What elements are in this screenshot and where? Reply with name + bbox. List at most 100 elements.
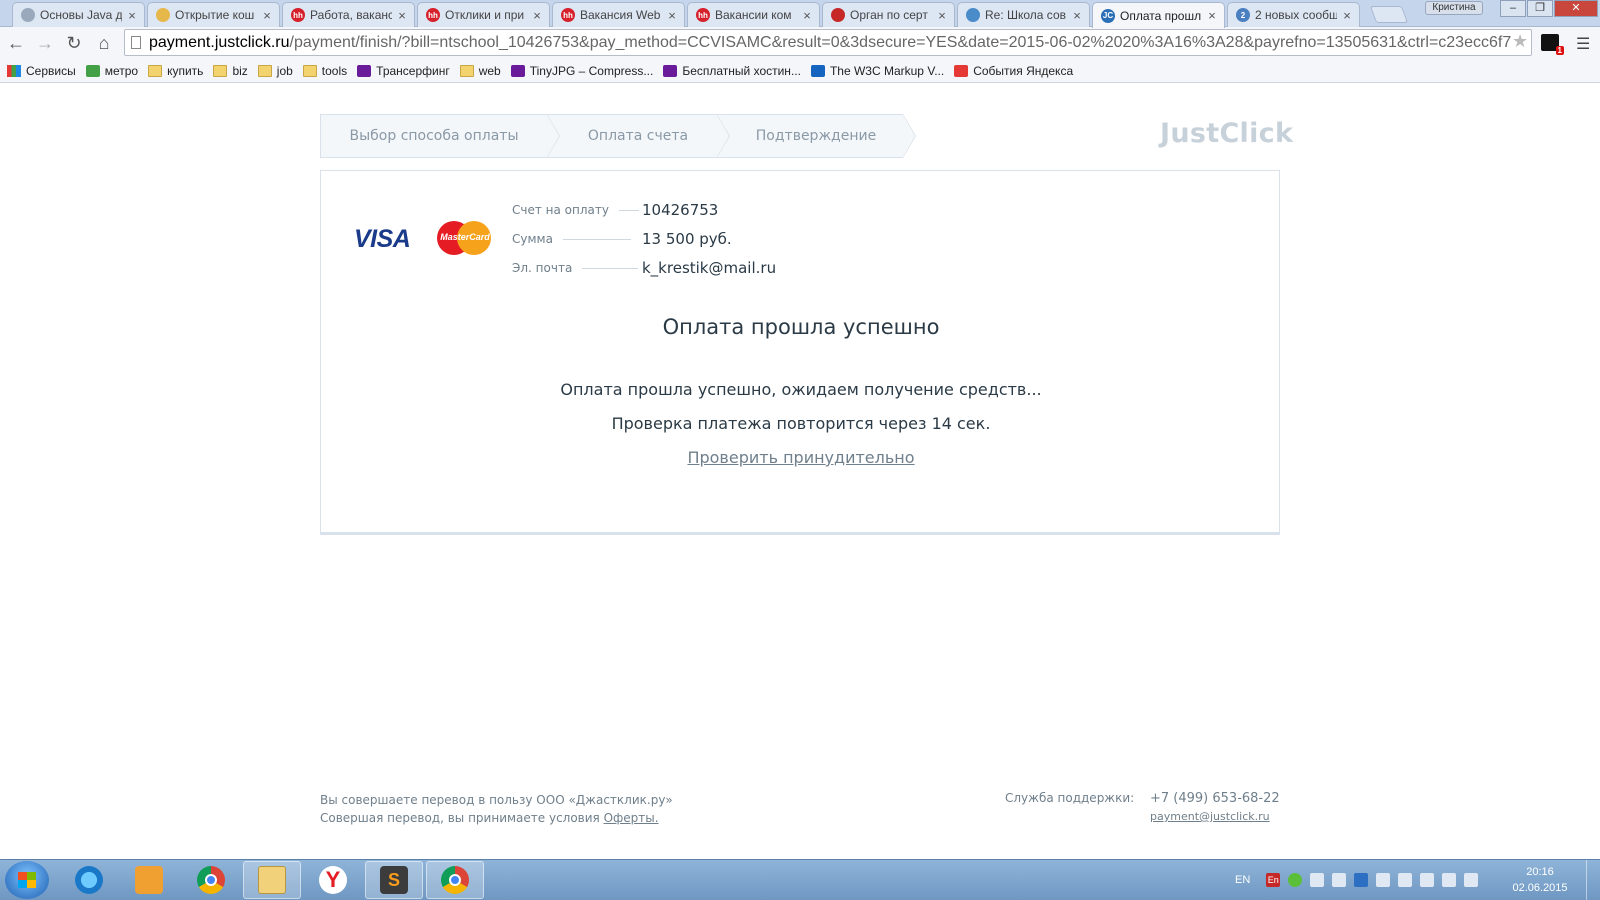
tab-close-icon[interactable]: × <box>126 8 138 23</box>
ie-icon <box>75 866 103 894</box>
tab-title: Оплата прошл <box>1120 8 1202 23</box>
start-button[interactable] <box>5 861 49 899</box>
bookmark-item[interactable]: купить <box>148 64 203 78</box>
network-icon[interactable] <box>1420 873 1435 887</box>
tab-close-icon[interactable]: × <box>936 8 948 23</box>
invoice-label: Счет на оплату <box>512 203 609 217</box>
taskbar-yandex[interactable]: Y <box>304 861 362 899</box>
power-icon[interactable] <box>1464 873 1479 887</box>
bookmark-item[interactable]: biz <box>213 64 248 78</box>
bookmark-item[interactable]: TinyJPG – Compress... <box>510 63 654 78</box>
bookmark-item[interactable]: События Яндекса <box>954 64 1073 78</box>
bookmark-label: web <box>478 63 501 78</box>
status-message: Оплата прошла успешно, ожидаем получение… <box>560 380 1042 399</box>
minimize-button[interactable]: – <box>1500 0 1526 17</box>
browser-tab[interactable]: Re: Школа сов × <box>957 2 1090 27</box>
bookmark-item[interactable]: job <box>257 63 293 78</box>
folder-icon <box>302 64 317 77</box>
bookmark-label: TinyJPG – Compress... <box>529 63 654 78</box>
bookmark-item[interactable]: Бесплатный хостин... <box>663 64 801 78</box>
tab-close-icon[interactable]: × <box>1341 8 1353 23</box>
browser-tab[interactable]: hh Работа, ваканс × <box>282 2 415 27</box>
browser-tab[interactable]: JC Оплата прошл × <box>1092 2 1225 28</box>
bookmark-item[interactable]: Сервисы <box>7 64 76 78</box>
system-tray: EN En <box>1235 860 1486 900</box>
tab-close-icon[interactable]: × <box>801 8 813 23</box>
taskbar-chrome-1[interactable] <box>182 861 240 899</box>
keyboard-layout-icon[interactable]: En <box>1266 873 1281 887</box>
taskbar-media[interactable] <box>120 861 178 899</box>
language-indicator[interactable]: EN <box>1235 874 1250 886</box>
bookmark-favicon-icon <box>7 64 21 77</box>
tab-close-icon[interactable]: × <box>1071 8 1083 23</box>
tab-close-icon[interactable]: × <box>531 8 543 23</box>
show-desktop-button[interactable] <box>1586 860 1600 900</box>
info-row-email: Эл. почта k_krestik@mail.ru <box>512 258 776 278</box>
support-label: Служба поддержки: <box>1005 791 1135 805</box>
tab-title: 2 новых сообщ <box>1255 8 1337 22</box>
taskbar-sublime[interactable]: S <box>365 861 423 899</box>
browser-tab[interactable]: 2 2 новых сообщ × <box>1227 2 1360 27</box>
justclick-logo: JustClick <box>1160 118 1294 149</box>
bookmark-item[interactable]: The W3C Markup V... <box>810 64 944 78</box>
close-window-button[interactable]: ✕ <box>1554 0 1598 17</box>
back-icon[interactable]: ← <box>4 31 28 55</box>
clock-time: 20:16 <box>1526 866 1554 878</box>
folder-icon <box>213 64 228 77</box>
tab-favicon-icon: hh <box>561 8 575 22</box>
support-email-link[interactable]: payment@justclick.ru <box>1150 810 1270 823</box>
bookmark-favicon-icon <box>954 64 969 77</box>
nvidia-icon[interactable] <box>1288 873 1303 887</box>
info-row-amount: Сумма 13 500 руб. <box>512 229 732 249</box>
amount-value: 13 500 руб. <box>642 230 732 248</box>
taskbar-explorer[interactable] <box>243 861 301 899</box>
bookmark-label: job <box>276 63 293 78</box>
address-bar[interactable]: payment.justclick.ru/payment/finish/?bil… <box>124 29 1532 56</box>
extension-icon[interactable]: 1 <box>1541 34 1564 55</box>
forward-icon[interactable]: → <box>33 31 57 55</box>
offer-link[interactable]: Оферты. <box>604 811 659 825</box>
tab-close-icon[interactable]: × <box>666 8 678 23</box>
reload-icon[interactable]: ↻ <box>62 31 86 55</box>
bookmark-item[interactable]: tools <box>302 64 347 78</box>
browser-tab[interactable]: hh Вакансия Web × <box>552 2 685 27</box>
tab-close-icon[interactable]: × <box>1206 8 1218 23</box>
tab-title: Работа, ваканс <box>310 8 392 22</box>
tab-close-icon[interactable]: × <box>261 8 273 23</box>
safely-remove-icon[interactable] <box>1398 873 1413 887</box>
bookmark-item[interactable]: метро <box>85 64 138 78</box>
clock[interactable]: 20:16 02.06.2015 <box>1510 864 1570 896</box>
tab-title: Вакансии ком <box>715 8 792 22</box>
checkout-steps: Выбор способа оплаты Оплата счета Подтве… <box>320 114 916 158</box>
tab-title: Орган по серт <box>850 8 928 22</box>
maximize-button[interactable]: ❐ <box>1527 0 1553 17</box>
force-check-link[interactable]: Проверить принудительно <box>321 448 1281 467</box>
home-icon[interactable]: ⌂ <box>92 31 116 55</box>
browser-tab[interactable]: Основы Java д × <box>12 2 145 27</box>
browser-tab[interactable]: hh Вакансии ком × <box>687 2 820 27</box>
tray-app-icon[interactable] <box>1310 873 1325 887</box>
tab-close-icon[interactable]: × <box>396 8 408 23</box>
tab-title: Re: Школа сов <box>985 8 1066 22</box>
browser-tab[interactable]: hh Отклики и при × <box>417 2 550 27</box>
display-icon[interactable] <box>1332 873 1347 887</box>
tab-title: Основы Java д <box>40 8 122 22</box>
yandex-browser-icon: Y <box>319 866 347 894</box>
browser-tab[interactable]: Открытие кош × <box>147 2 280 27</box>
bookmark-star-icon[interactable]: ★ <box>1512 31 1528 52</box>
browser-tab[interactable]: Орган по серт × <box>822 2 955 27</box>
bookmark-item[interactable]: web <box>459 63 501 78</box>
taskbar-chrome-2[interactable] <box>426 861 484 899</box>
menu-icon[interactable]: ☰ <box>1576 34 1590 54</box>
volume-icon[interactable] <box>1442 873 1457 887</box>
tab-title: Отклики и при <box>445 8 525 22</box>
profile-button[interactable]: Кристина <box>1425 1 1483 15</box>
info-row-invoice: Счет на оплату 10426753 <box>512 200 718 220</box>
bookmark-item[interactable]: Трансерфинг <box>357 64 450 78</box>
new-tab-button[interactable] <box>1369 6 1409 23</box>
taskbar-ie[interactable] <box>60 861 118 899</box>
action-center-icon[interactable] <box>1376 873 1391 887</box>
bookmark-favicon-icon <box>663 64 678 77</box>
taskbar: Y S EN En 20:16 02.06.2015 <box>0 859 1600 900</box>
bluetooth-icon[interactable] <box>1354 873 1369 887</box>
